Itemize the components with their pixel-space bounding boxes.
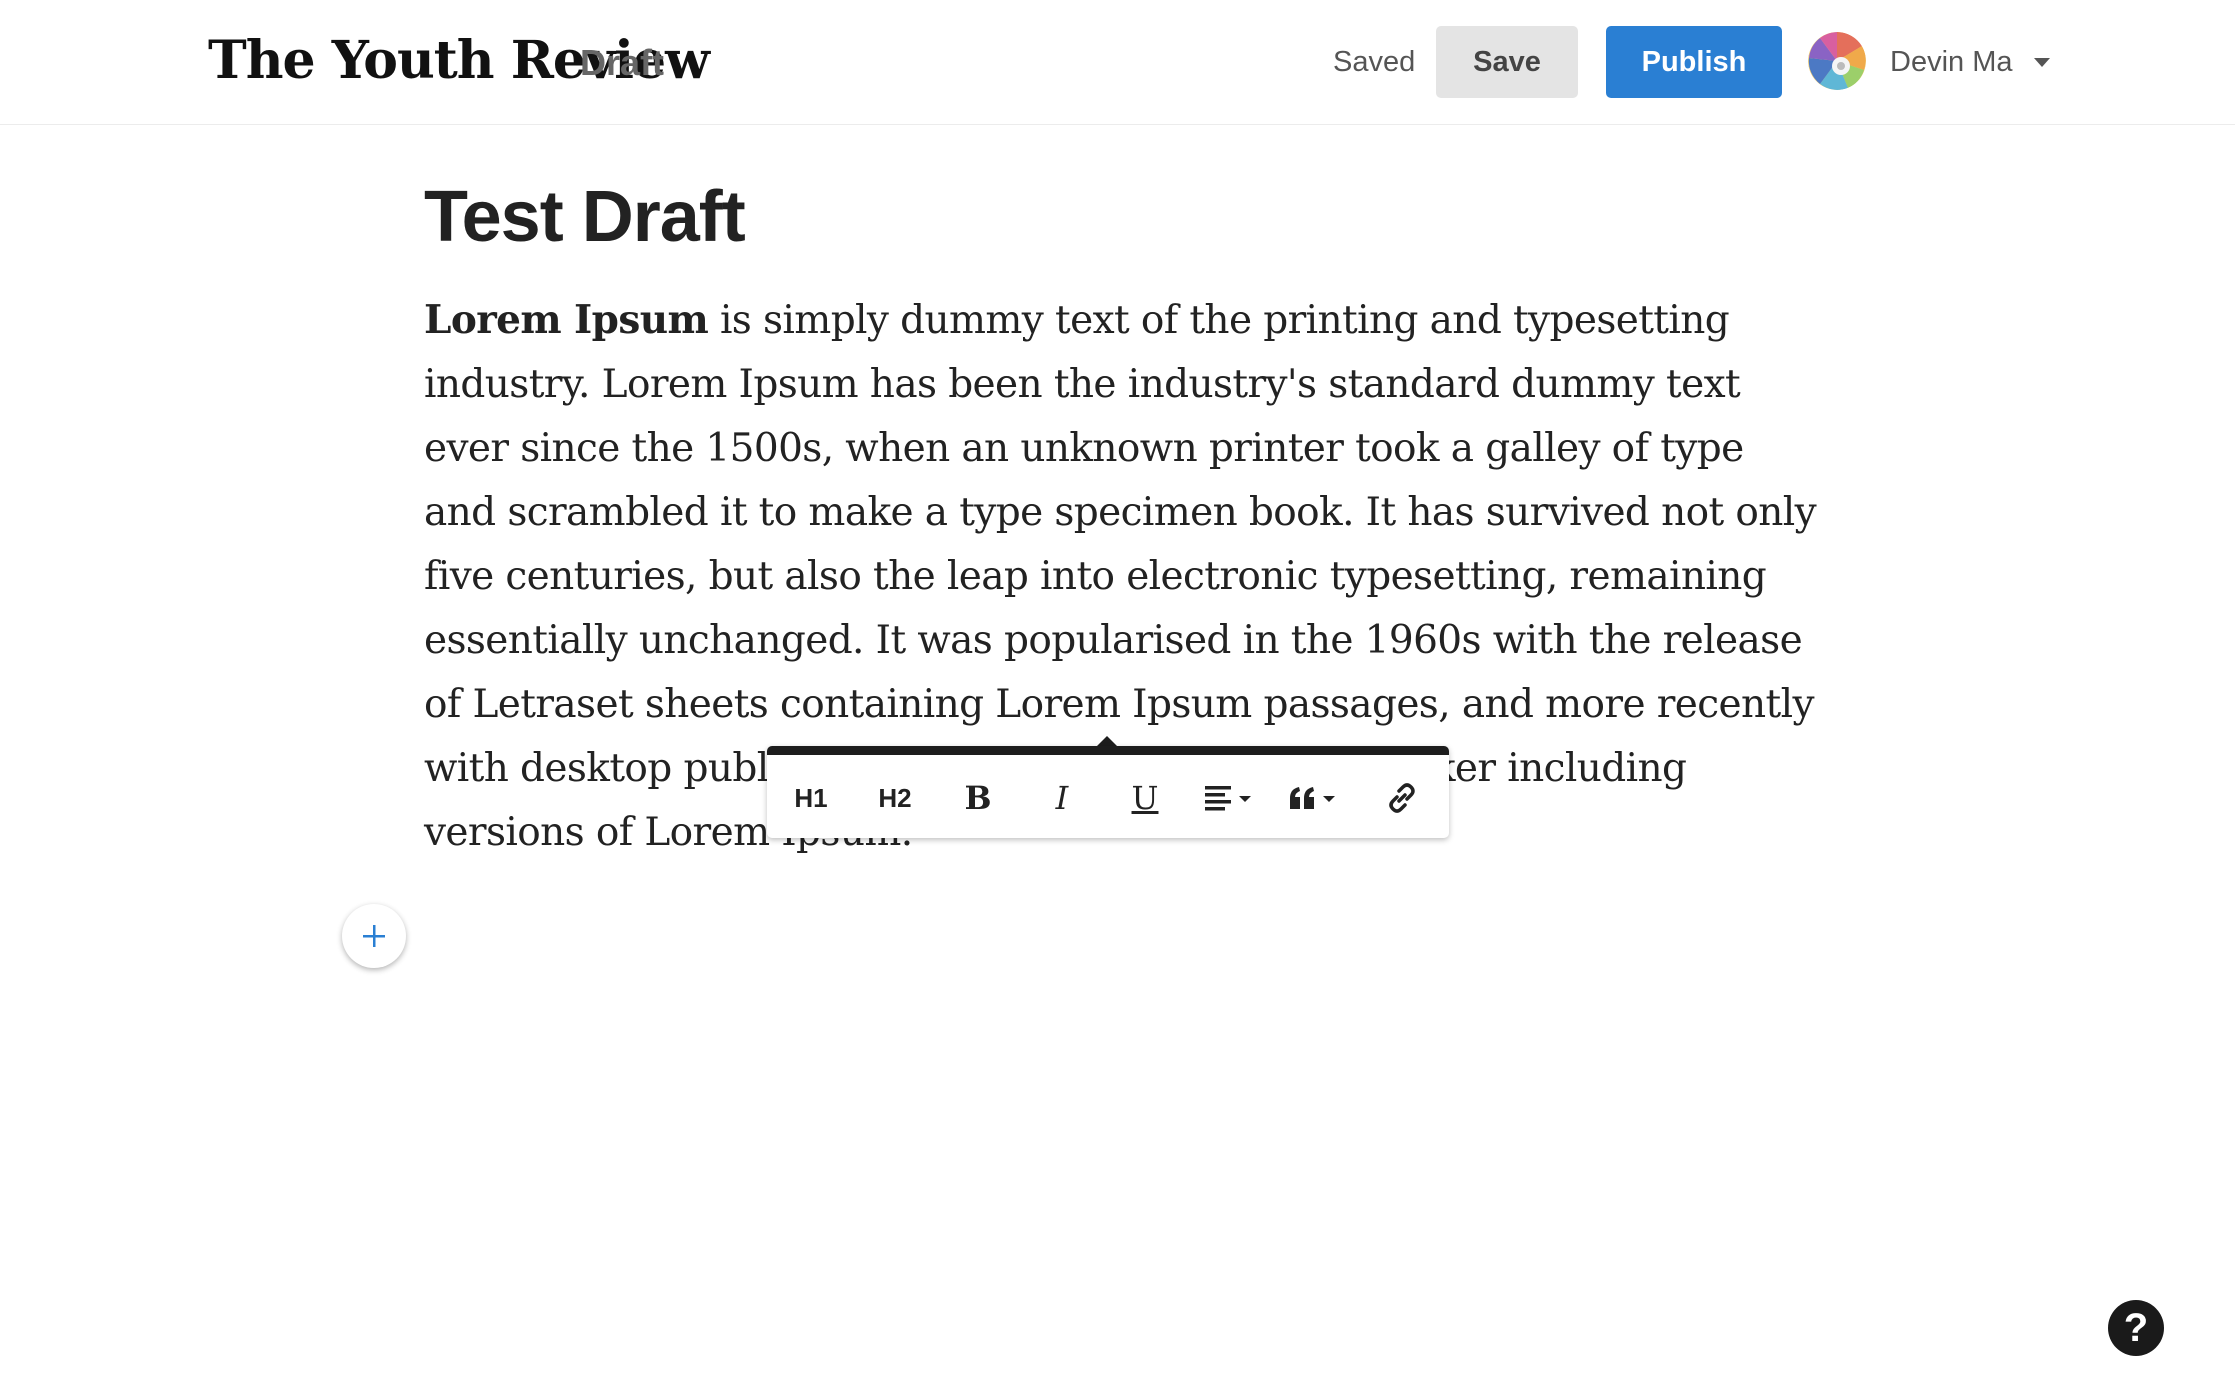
heading1-button[interactable]: H1 xyxy=(776,765,846,831)
user-name: Devin Ma xyxy=(1890,46,2013,78)
help-icon[interactable]: ? xyxy=(2108,1300,2164,1356)
bold-button[interactable]: B xyxy=(943,765,1013,831)
link-button[interactable] xyxy=(1367,765,1437,831)
caret-down-icon[interactable] xyxy=(2034,58,2050,67)
publish-button[interactable]: Publish xyxy=(1606,26,1782,98)
italic-button[interactable]: I xyxy=(1027,765,1097,831)
underline-button[interactable]: U xyxy=(1110,765,1180,831)
add-block-button[interactable] xyxy=(342,904,406,968)
quote-icon xyxy=(1290,787,1335,809)
heading2-button[interactable]: H2 xyxy=(860,765,930,831)
save-button[interactable]: Save xyxy=(1436,26,1578,98)
format-toolbar: H1 H2 B I U xyxy=(767,746,1449,838)
quote-dropdown-button[interactable] xyxy=(1277,765,1353,831)
top-bar: The Youth Review Draft Saved Save Publis… xyxy=(0,0,2235,125)
body-bold-lead: Lorem Ipsum xyxy=(424,297,709,343)
align-left-icon xyxy=(1205,786,1251,811)
plus-icon xyxy=(363,925,385,947)
user-menu[interactable]: Devin Ma xyxy=(1808,32,2058,92)
user-avatar-icon xyxy=(1808,32,1866,90)
draft-status-label: Draft xyxy=(580,42,665,83)
save-status-text: Saved xyxy=(1333,46,1416,78)
link-icon xyxy=(1389,783,1415,813)
align-dropdown-button[interactable] xyxy=(1193,765,1269,831)
document-title[interactable]: Test Draft xyxy=(424,172,746,262)
